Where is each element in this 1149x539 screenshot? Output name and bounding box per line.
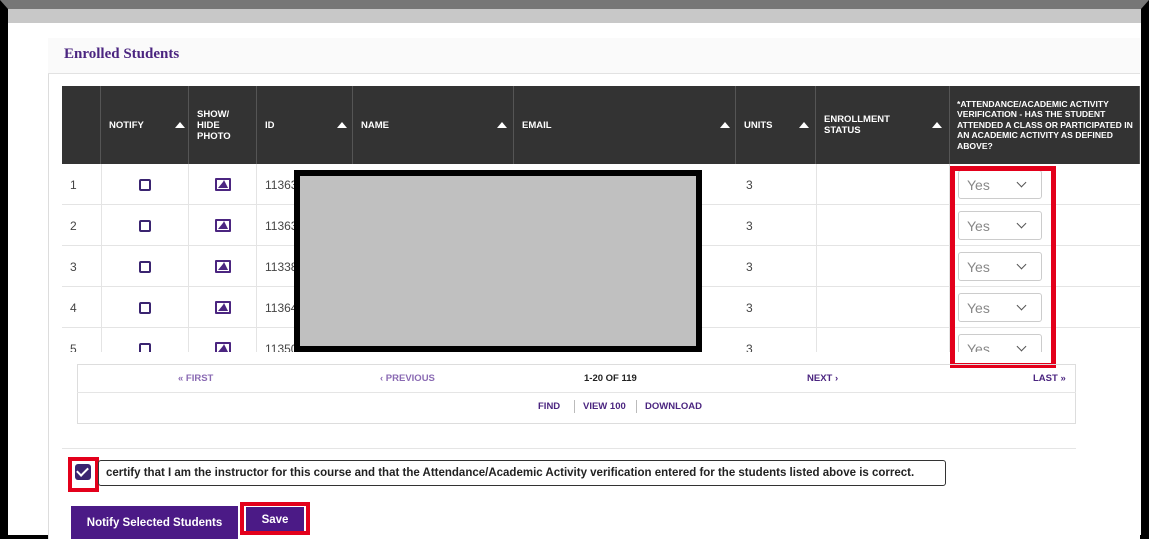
sort-up-icon [720,122,730,128]
notify-checkbox[interactable] [139,219,151,232]
header-enrollment-status[interactable]: ENROLLMENT STATUS [816,86,950,164]
row-number: 1 [70,177,77,192]
notify-checkbox[interactable] [139,260,151,273]
header-status-label: ENROLLMENT STATUS [824,114,890,136]
header-attendance: *ATTENDANCE/ACADEMIC ACTIVITY VERIFICATI… [950,86,1140,164]
sort-up-icon [175,122,185,128]
pagination [77,364,1076,424]
notify-cell [101,287,189,328]
image-icon[interactable] [214,301,231,314]
notify-cell [101,328,189,352]
notify-cell [101,164,189,205]
top-bar [8,9,1141,23]
page-range: 1-20 OF 119 [584,373,637,384]
student-id: 11363 [265,218,298,233]
notify-checkbox[interactable] [139,178,151,191]
header-notify[interactable]: NOTIFY [101,86,189,164]
notify-selected-label: Notify Selected Students [86,516,223,529]
student-id: 11350 [265,341,298,353]
view-100-link[interactable]: VIEW 100 [583,401,626,412]
separator [574,400,575,413]
status-cell [816,205,950,246]
sort-up-icon [337,122,347,128]
notify-checkbox[interactable] [139,301,151,314]
units-value: 3 [746,259,753,274]
image-icon[interactable] [214,260,231,273]
units-value: 3 [746,177,753,192]
certify-statement: certify that I am the instructor for thi… [98,460,946,486]
header-email[interactable]: EMAIL [514,86,736,164]
sort-up-icon [799,122,809,128]
notify-checkbox[interactable] [139,342,151,352]
redaction-block [294,170,702,352]
status-cell [816,164,950,205]
previous-page-link[interactable]: ‹ PREVIOUS [380,373,435,384]
status-cell [816,328,950,352]
row-number: 3 [70,259,77,274]
photo-cell [189,205,257,246]
last-page-link[interactable]: LAST » [1033,373,1066,384]
header-notify-label: NOTIFY [109,119,144,131]
first-page-link[interactable]: « FIRST [178,373,213,384]
header-row-number [62,86,101,164]
separator [636,400,637,413]
header-attendance-label: *ATTENDANCE/ACADEMIC ACTIVITY VERIFICATI… [957,98,1133,151]
student-id: 11363 [265,177,298,192]
sort-up-icon [932,122,942,128]
highlight-save-button [240,502,310,535]
header-photo-label: SHOW/ HIDE PHOTO [197,108,231,142]
student-id: 11364 [265,300,298,315]
panel-header [48,38,1140,74]
row-number: 4 [70,300,77,315]
photo-cell [189,287,257,328]
sort-up-icon [497,122,507,128]
header-photo: SHOW/ HIDE PHOTO [189,86,257,164]
download-link[interactable]: DOWNLOAD [645,401,702,412]
notify-selected-students-button[interactable]: Notify Selected Students [71,506,238,539]
photo-cell [189,164,257,205]
image-icon[interactable] [214,178,231,191]
header-name-label: NAME [361,119,389,131]
status-cell [816,287,950,328]
highlight-certify-checkbox [68,457,99,492]
header-email-label: EMAIL [522,119,552,131]
status-cell [816,246,950,287]
panel-title: Enrolled Students [64,46,180,62]
header-units[interactable]: UNITS [736,86,816,164]
row-number: 2 [70,218,77,233]
header-id-label: ID [265,119,275,131]
certify-text: certify that I am the instructor for thi… [106,467,915,479]
image-icon[interactable] [214,219,231,232]
photo-cell [189,246,257,287]
header-units-label: UNITS [744,119,773,131]
image-icon[interactable] [214,342,231,352]
section-divider [62,448,1076,449]
find-link[interactable]: FIND [538,401,560,412]
header-name[interactable]: NAME [353,86,514,164]
notify-cell [101,205,189,246]
header-id[interactable]: ID [257,86,353,164]
units-value: 3 [746,341,753,353]
units-value: 3 [746,218,753,233]
highlight-attendance-column [950,166,1056,368]
notify-cell [101,246,189,287]
photo-cell [189,328,257,352]
units-value: 3 [746,300,753,315]
next-page-link[interactable]: NEXT › [807,373,838,384]
pagination-divider [77,392,1076,393]
student-id: 11338 [265,259,298,274]
row-number: 5 [70,341,77,353]
